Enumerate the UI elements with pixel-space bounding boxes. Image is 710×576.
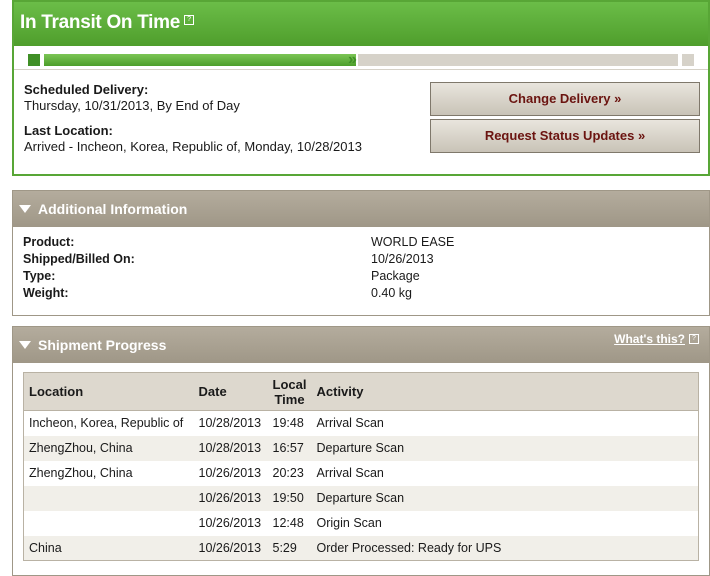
location-cell: Incheon, Korea, Republic of (29, 416, 184, 431)
date-cell: 10/28/2013 (193, 435, 268, 461)
table-row: 10/26/2013 12:48 Origin Scan (24, 511, 699, 536)
info-row: Shipped/Billed On: 10/26/2013 (13, 252, 709, 269)
request-status-updates-button[interactable]: Request Status Updates » (430, 119, 700, 153)
activity-cell: Departure Scan (311, 485, 699, 511)
location-cell: ZhengZhou, China (29, 466, 133, 480)
time-cell: 20:23 (272, 466, 304, 480)
info-row: Product: WORLD EASE (13, 235, 709, 252)
shipment-progress-section: Shipment Progress What's this?? Location… (12, 326, 710, 576)
progress-fill (44, 54, 356, 66)
date-cell: 10/26/2013 (198, 516, 262, 530)
activity-cell: Origin Scan (316, 516, 382, 530)
activity-cell: Arrival Scan (316, 466, 384, 480)
last-location-label: Last Location: (24, 123, 113, 138)
additional-info-section: Additional Information Product: WORLD EA… (12, 190, 710, 316)
column-header-location: Location (23, 372, 194, 411)
activity-cell: Arrival Scan (316, 416, 384, 431)
product-label: Product: (23, 235, 75, 249)
change-delivery-button[interactable]: Change Delivery » (430, 82, 700, 116)
collapse-triangle-icon (19, 341, 31, 349)
progress-end-marker (682, 54, 694, 66)
date-cell: 10/26/2013 (193, 535, 268, 561)
location-cell: ZhengZhou, China (23, 435, 194, 461)
status-title: In Transit On Time (20, 12, 181, 33)
last-location-value: Arrived - Incheon, Korea, Republic of, M… (24, 139, 362, 154)
column-header-date: Date (193, 372, 268, 411)
table-row: Incheon, Korea, Republic of 10/28/2013 1… (24, 411, 699, 436)
whats-this-link[interactable]: What's this?? (614, 329, 699, 349)
status-card: In Transit On Time? » Scheduled Delivery… (12, 0, 710, 176)
shipment-progress-title: Shipment Progress (38, 337, 167, 353)
table-row: ZhengZhou, China 10/28/2013 16:57 Depart… (23, 435, 699, 461)
location-cell (23, 485, 194, 511)
type-value: Package (371, 269, 420, 283)
weight-label: Weight: (23, 286, 69, 300)
status-header: In Transit On Time? (14, 2, 708, 46)
help-icon: ? (689, 334, 699, 344)
scheduled-delivery-label: Scheduled Delivery: (24, 82, 149, 97)
product-value: WORLD EASE (371, 235, 455, 249)
table-row: ZhengZhou, China 10/26/2013 20:23 Arriva… (24, 461, 699, 486)
date-cell: 10/26/2013 (193, 485, 268, 511)
status-body: Scheduled Delivery: Thursday, 10/31/2013… (14, 70, 708, 174)
type-label: Type: (23, 269, 56, 283)
table-row: 10/26/2013 19:50 Departure Scan (23, 485, 699, 511)
scheduled-delivery-value: Thursday, 10/31/2013, By End of Day (24, 98, 240, 113)
additional-info-title: Additional Information (38, 201, 188, 217)
location-cell (24, 511, 194, 536)
time-cell: 16:57 (267, 435, 312, 461)
shipped-billed-label: Shipped/Billed On: (23, 252, 135, 266)
shipment-progress-header[interactable]: Shipment Progress What's this?? (13, 327, 709, 363)
table-row: China 10/26/2013 5:29 Order Processed: R… (23, 535, 699, 561)
time-cell: 5:29 (267, 535, 312, 561)
column-header-activity: Activity (311, 372, 699, 411)
table-header-row: Location Date Local Time Activity (23, 372, 699, 411)
weight-value: 0.40 kg (371, 286, 413, 300)
time-cell: 12:48 (272, 516, 304, 530)
progress-remaining (358, 54, 678, 66)
progress-arrow-icon: » (348, 51, 357, 68)
time-cell: 19:50 (267, 485, 312, 511)
additional-info-header[interactable]: Additional Information (13, 191, 709, 227)
info-row: Type: Package (13, 269, 709, 286)
whats-this-label: What's this? (614, 332, 685, 346)
shipment-progress-table: Location Date Local Time Activity Incheo… (23, 372, 699, 561)
column-header-local-time: Local Time (267, 372, 312, 411)
date-cell: 10/26/2013 (198, 466, 262, 480)
help-icon[interactable]: ? (184, 15, 195, 25)
shipped-billed-value: 10/26/2013 (371, 252, 434, 266)
progress-start-marker (28, 54, 40, 66)
info-row: Weight: 0.40 kg (13, 286, 709, 303)
progress-bar: » (14, 46, 708, 70)
location-cell: China (23, 535, 194, 561)
activity-cell: Order Processed: Ready for UPS (311, 535, 699, 561)
collapse-triangle-icon (19, 205, 31, 213)
time-cell: 19:48 (272, 416, 304, 431)
activity-cell: Departure Scan (311, 435, 699, 461)
date-cell: 10/28/2013 (198, 416, 262, 431)
